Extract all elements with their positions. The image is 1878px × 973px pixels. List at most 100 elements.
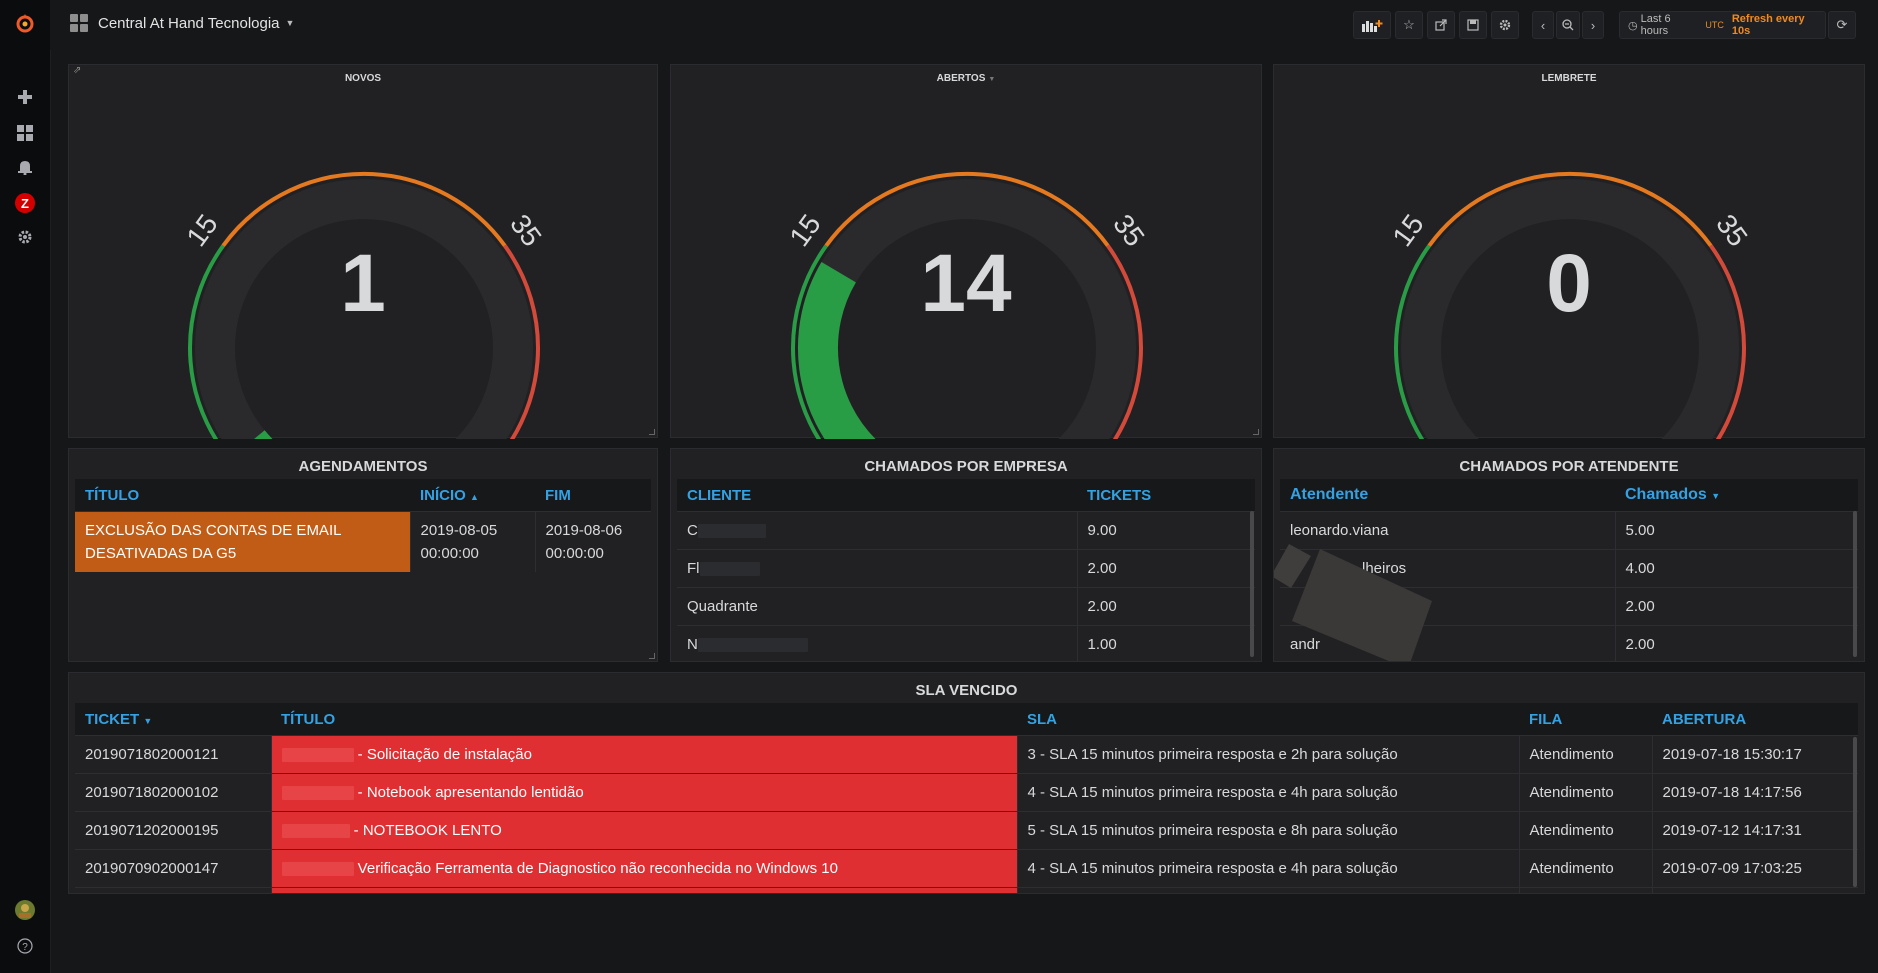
fila-cell: Atendimento [1518, 773, 1652, 812]
inicio-cell: 2019-08-05 00:00:00 [409, 511, 535, 572]
sla-cell: 3 - SLA 15 minutos primeira resposta e 2… [1016, 735, 1519, 774]
plus-icon[interactable] [0, 80, 50, 114]
gear-icon[interactable] [0, 220, 50, 254]
svg-text:Z: Z [21, 196, 29, 211]
add-panel-icon [1362, 20, 1383, 32]
abertura-cell [1651, 887, 1858, 893]
time-back-button[interactable]: ‹ [1532, 11, 1554, 39]
dashboards-icon[interactable] [0, 116, 50, 150]
utc-badge: UTC [1705, 20, 1724, 30]
clock-icon: ◷ [1628, 19, 1638, 32]
refresh-button[interactable]: ⟳ [1828, 11, 1856, 39]
zoom-out-button[interactable] [1556, 11, 1580, 39]
titulo-cell: - NOTEBOOK LENTO [270, 811, 1017, 850]
inicio-time: 00:00:00 [420, 544, 479, 562]
save-button[interactable] [1459, 11, 1487, 39]
cliente-cell: C [677, 511, 1077, 550]
fim-cell: 2019-08-06 00:00:00 [534, 511, 651, 572]
titulo-text: - NOTEBOOK LENTO [353, 822, 502, 839]
redacted-block [281, 748, 354, 763]
settings-button[interactable] [1491, 11, 1519, 39]
column-header-cliente[interactable]: CLIENTE [677, 479, 1077, 512]
sla-cell: 5 - SLA 15 minutos primeira resposta e 8… [1016, 811, 1519, 850]
table-row: C 9.00 [677, 511, 1255, 550]
chevron-left-icon: ‹ [1540, 17, 1546, 33]
star-button[interactable]: ☆ [1395, 11, 1423, 39]
save-icon [1467, 19, 1479, 31]
dashboard-title[interactable]: Central At Hand Tecnologia [98, 15, 280, 32]
scrollbar[interactable] [1853, 737, 1857, 887]
cliente-cell: N [677, 625, 1077, 661]
titulo-text: - Notebook apresentando lentidão [357, 784, 584, 801]
refresh-interval: Refresh every 10s [1731, 13, 1805, 37]
column-header-fim[interactable]: FIM [535, 479, 651, 512]
resize-handle[interactable] [649, 653, 655, 659]
side-menu: Z ? [0, 0, 51, 973]
panel-title[interactable]: CHAMADOS POR EMPRESA [671, 458, 1261, 475]
help-icon[interactable]: ? [0, 929, 50, 963]
fim-date: 2019-08-06 [545, 521, 623, 539]
time-picker[interactable]: ◷ Last 6 hours UTC Refresh every 10s [1619, 11, 1826, 39]
column-header-ticket[interactable]: TICKET ▼ [75, 703, 271, 736]
dashboard-picker[interactable]: Central At Hand Tecnologia ▼ [70, 14, 294, 32]
table-row: 2019071802000121 - Solicitação de instal… [75, 735, 1858, 774]
column-header-titulo[interactable]: TÍTULO [271, 703, 1017, 736]
grafana-logo-icon[interactable] [0, 7, 50, 41]
titulo-text: Verificação Ferramenta de Diagnostico nã… [357, 860, 838, 877]
avatar[interactable] [0, 893, 50, 927]
share-button[interactable] [1427, 11, 1455, 39]
zoom-out-icon [1562, 19, 1574, 31]
resize-handle[interactable] [1253, 429, 1259, 435]
caret-down-icon[interactable]: ▼ [286, 18, 295, 28]
resize-handle[interactable] [649, 429, 655, 435]
add-panel-button[interactable] [1353, 11, 1391, 39]
table-row: Quadrante 2.00 [677, 587, 1255, 626]
svg-text:?: ? [22, 942, 28, 953]
sla-cell: 4 - SLA 15 minutos primeira resposta e 4… [1016, 849, 1519, 888]
column-header-inicio[interactable]: INÍCIO ▲ [410, 479, 535, 512]
panel-title[interactable]: AGENDAMENTOS [69, 458, 657, 475]
tickets-cell: 1.00 [1076, 625, 1255, 661]
cog-icon [1499, 19, 1511, 31]
redacted-block [697, 524, 766, 539]
sla-table: TICKET ▼ TÍTULO SLA FILA ABERTURA 201907… [75, 703, 1858, 893]
scrollbar[interactable] [1853, 511, 1857, 657]
titulo-text: - Solicitação de instalação [357, 746, 532, 763]
abertura-cell: 2019-07-12 14:17:31 [1651, 811, 1858, 850]
column-header-abertura[interactable]: ABERTURA [1652, 703, 1858, 736]
top-navbar: Central At Hand Tecnologia ▼ ☆ ‹ › ◷ Las… [50, 0, 1878, 50]
column-header-tickets[interactable]: TICKETS [1077, 479, 1255, 512]
fim-time: 00:00:00 [545, 544, 604, 562]
zabbix-icon[interactable]: Z [0, 186, 50, 220]
gauge-panel-abertos: ABERTOS▼ 0153550 14 [670, 64, 1262, 439]
abertura-cell: 2019-07-18 15:30:17 [1651, 735, 1858, 774]
table-row [75, 887, 1858, 893]
redacted-block [281, 862, 354, 877]
star-icon: ☆ [1403, 17, 1415, 32]
column-header-fila[interactable]: FILA [1519, 703, 1652, 736]
cliente-text: C [687, 522, 698, 539]
panel-title[interactable]: SLA VENCIDO [69, 682, 1864, 699]
column-header-titulo[interactable]: TÍTULO [75, 479, 410, 512]
table-row: 2019071802000102 - Notebook apresentando… [75, 773, 1858, 812]
redaction-overlay [1274, 544, 1432, 661]
ticket-cell: 2019071202000195 [75, 811, 271, 850]
tickets-cell: 9.00 [1076, 511, 1255, 550]
sla-vencido-panel: SLA VENCIDO TICKET ▼ TÍTULO SLA FILA ABE… [68, 672, 1865, 894]
cliente-text: N [687, 636, 698, 654]
column-header-sla[interactable]: SLA [1017, 703, 1519, 736]
scrollbar[interactable] [1250, 511, 1254, 657]
ticket-cell [75, 887, 271, 893]
gauge-value: 14 [920, 238, 1012, 329]
cliente-cell: Quadrante [677, 587, 1077, 626]
agendamentos-panel: AGENDAMENTOS TÍTULO INÍCIO ▲ FIM EXCLUSÃ… [68, 448, 658, 662]
sort-desc-icon: ▼ [143, 715, 153, 726]
table-row: N 1.00 [677, 625, 1255, 661]
time-forward-button[interactable]: › [1582, 11, 1604, 39]
chevron-right-icon: › [1590, 17, 1596, 33]
refresh-icon: ⟳ [1836, 17, 1848, 32]
ticket-cell: 2019071802000121 [75, 735, 271, 774]
dashboard-grid-icon [70, 14, 88, 32]
bell-icon[interactable] [0, 150, 50, 184]
redacted-block [281, 824, 350, 839]
